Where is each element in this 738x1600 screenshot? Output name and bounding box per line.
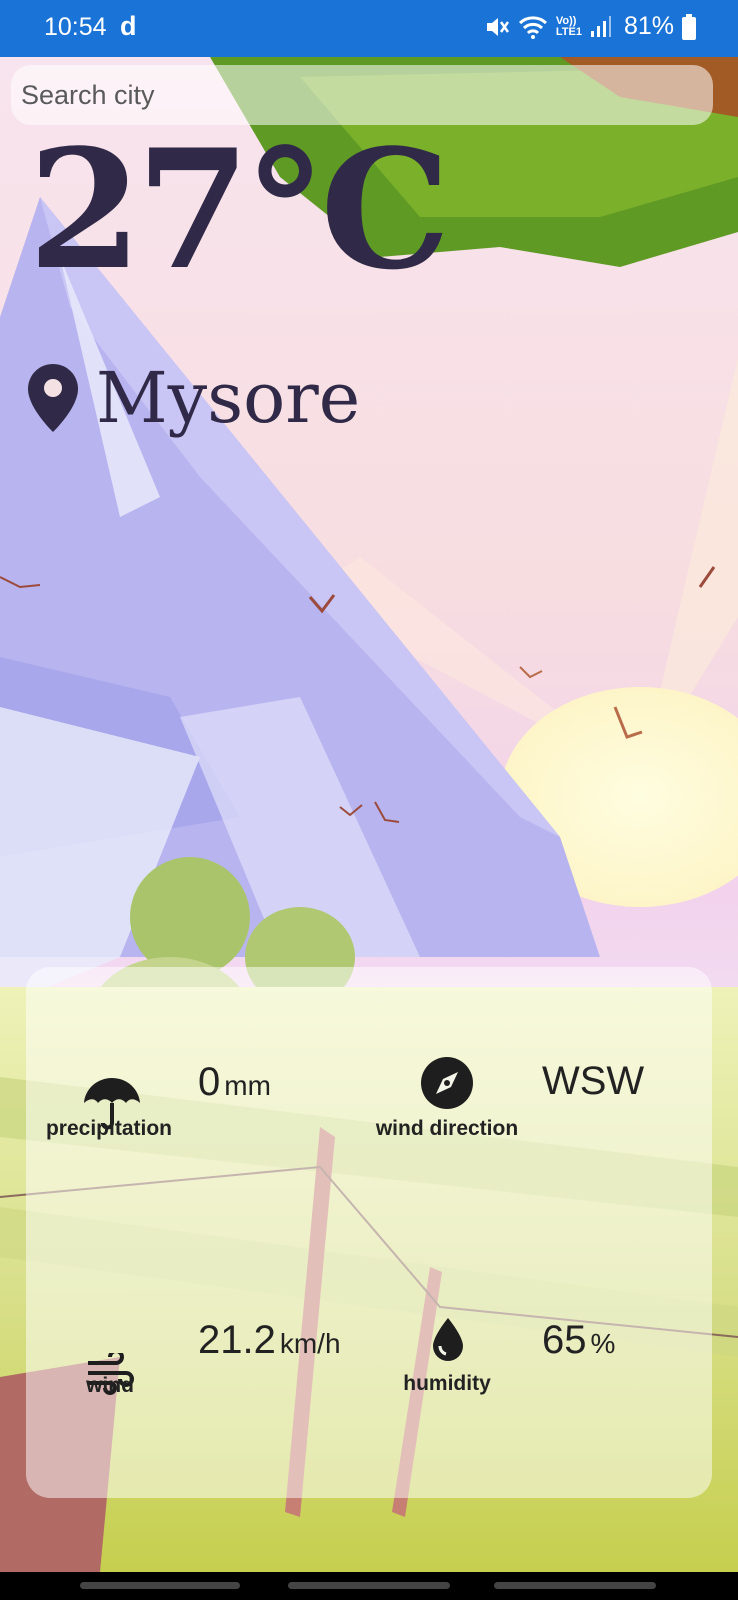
status-time: 10:54: [44, 13, 107, 41]
signal-icon: [590, 15, 611, 37]
wind-label: wind: [86, 1374, 134, 1397]
compass-icon: [421, 1057, 473, 1109]
status-bar: 10:54 d Vo)) LTE1 81%: [0, 0, 738, 57]
volte-indicator: Vo)) LTE1: [555, 14, 582, 38]
nav-back-button[interactable]: [494, 1582, 656, 1589]
wind-direction-value: WSW: [542, 1059, 645, 1103]
weather-app-screen: 10:54 d Vo)) LTE1 81% Search city 27°C M…: [0, 0, 738, 1600]
battery-percent: 81%: [623, 12, 674, 40]
system-navigation-bar: [0, 1572, 738, 1600]
location-pin-icon: [28, 364, 78, 432]
status-icons: Vo)) LTE1 81%: [484, 12, 696, 41]
wifi-icon: [518, 15, 547, 39]
city-name: Mysore: [96, 357, 361, 439]
humidity-label: humidity: [403, 1372, 491, 1395]
city-row: Mysore: [26, 362, 360, 434]
precipitation-label: precipitation: [45, 1117, 172, 1140]
humidity-value: 65%: [542, 1318, 616, 1362]
precipitation-value: 0 mm: [198, 1060, 271, 1104]
app-notification-icon: d: [120, 11, 137, 41]
nav-home-button[interactable]: [288, 1582, 450, 1589]
mute-icon: [486, 17, 509, 36]
droplet-icon: [433, 1318, 463, 1361]
wind-direction-label: wind direction: [375, 1117, 519, 1140]
temperature-display: 27°C: [28, 113, 451, 306]
nav-recent-button[interactable]: [80, 1582, 240, 1589]
weather-details-card: precipitation 0 mm wind direction WSW win…: [26, 967, 712, 1498]
wind-value: 21.2 km/h: [198, 1318, 341, 1362]
battery-icon: [682, 13, 696, 40]
